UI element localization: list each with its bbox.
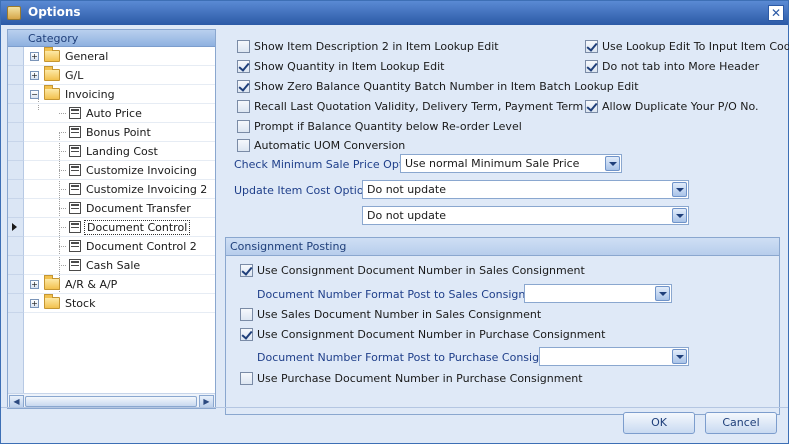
document-icon	[69, 221, 81, 233]
tree-header: Category	[8, 30, 215, 47]
chevron-down-icon[interactable]	[672, 349, 687, 364]
document-icon	[69, 183, 81, 195]
close-button[interactable]: ✕	[768, 5, 784, 21]
checkbox[interactable]	[237, 120, 250, 133]
checkbox[interactable]	[240, 372, 253, 385]
checkbox[interactable]	[240, 328, 253, 341]
tree-item-customize-invoicing-2[interactable]: Customize Invoicing 2	[8, 180, 215, 199]
category-tree: Category + General + G/L − Invoicing Aut…	[7, 29, 216, 409]
arrow-right-icon: ▶	[203, 397, 210, 406]
collapse-icon[interactable]: −	[30, 90, 39, 99]
chevron-down-icon[interactable]	[672, 208, 687, 223]
ok-button[interactable]: OK	[623, 412, 695, 434]
consignment-posting-group: Consignment Posting Use Consignment Docu…	[225, 237, 780, 415]
tree-item-stock[interactable]: + Stock	[8, 294, 215, 313]
tree-item-document-control-2[interactable]: Document Control 2	[8, 237, 215, 256]
expand-icon[interactable]: +	[30, 299, 39, 308]
min-sale-price-label: Check Minimum Sale Price Option:	[234, 158, 424, 171]
update-item-cost-select[interactable]: Do not update	[362, 180, 689, 199]
cancel-button[interactable]: Cancel	[705, 412, 777, 434]
arrow-left-icon: ◀	[13, 397, 20, 406]
checkbox[interactable]	[237, 40, 250, 53]
document-icon	[69, 145, 81, 157]
document-icon	[69, 259, 81, 271]
tree-item-cash-sale[interactable]: Cash Sale	[8, 256, 215, 275]
current-row-arrow-icon	[12, 223, 17, 231]
tree-item-document-control[interactable]: Document Control	[8, 218, 215, 237]
document-icon	[69, 202, 81, 214]
group-title: Consignment Posting	[230, 240, 347, 253]
update-item-cost-select-2[interactable]: Do not update	[362, 206, 689, 225]
folder-icon	[44, 275, 60, 290]
checkbox[interactable]	[585, 100, 598, 113]
scroll-thumb[interactable]	[25, 396, 197, 407]
format-purchase-select[interactable]	[539, 347, 689, 366]
dialog-body: Category + General + G/L − Invoicing Aut…	[1, 25, 789, 443]
tree-rows: + General + G/L − Invoicing Auto Price B…	[8, 47, 215, 313]
format-purchase-label: Document Number Format Post to Purchase …	[257, 351, 579, 364]
checkbox[interactable]	[237, 100, 250, 113]
checkbox[interactable]	[237, 80, 250, 93]
expand-icon[interactable]: +	[30, 280, 39, 289]
document-icon	[69, 107, 81, 119]
tree-item-gl[interactable]: + G/L	[8, 66, 215, 85]
document-icon	[69, 126, 81, 138]
tree-item-invoicing[interactable]: − Invoicing	[8, 85, 215, 104]
expand-icon[interactable]: +	[30, 52, 39, 61]
chevron-down-icon[interactable]	[672, 182, 687, 197]
tree-item-document-transfer[interactable]: Document Transfer	[8, 199, 215, 218]
tree-item-customize-invoicing[interactable]: Customize Invoicing	[8, 161, 215, 180]
checkbox[interactable]	[585, 40, 598, 53]
chevron-down-icon[interactable]	[655, 286, 670, 301]
document-icon	[69, 164, 81, 176]
tree-item-general[interactable]: + General	[8, 47, 215, 66]
checkbox[interactable]	[240, 264, 253, 277]
tree-item-ar-ap[interactable]: + A/R & A/P	[8, 275, 215, 294]
tree-header-label: Category	[28, 32, 79, 45]
window-title: Options	[28, 5, 81, 19]
expand-icon[interactable]: +	[30, 71, 39, 80]
footer-divider	[1, 407, 788, 408]
title-bar: Options ✕	[1, 1, 788, 25]
min-sale-price-select[interactable]: Use normal Minimum Sale Price	[400, 154, 622, 173]
update-item-cost-label: Update Item Cost Option:	[234, 184, 375, 197]
folder-icon	[44, 294, 60, 309]
tree-item-landing-cost[interactable]: Landing Cost	[8, 142, 215, 161]
checkbox[interactable]	[237, 139, 250, 152]
checkbox[interactable]	[237, 60, 250, 73]
folder-open-icon	[44, 85, 60, 100]
chevron-down-icon[interactable]	[605, 156, 620, 171]
tree-item-bonus-point[interactable]: Bonus Point	[8, 123, 215, 142]
checkbox[interactable]	[585, 60, 598, 73]
checkbox[interactable]	[240, 308, 253, 321]
tree-item-auto-price[interactable]: Auto Price	[8, 104, 215, 123]
format-sales-select[interactable]	[524, 284, 672, 303]
close-icon: ✕	[770, 6, 782, 20]
folder-icon	[44, 66, 60, 81]
format-sales-label: Document Number Format Post to Sales Con…	[257, 288, 558, 301]
options-window: Options ✕ Category + General + G/L − Inv…	[0, 0, 789, 444]
group-header: Consignment Posting	[226, 238, 779, 256]
app-icon	[7, 6, 21, 20]
folder-icon	[44, 47, 60, 62]
tree-horizontal-scrollbar[interactable]: ◀ ▶	[8, 393, 215, 408]
document-icon	[69, 240, 81, 252]
